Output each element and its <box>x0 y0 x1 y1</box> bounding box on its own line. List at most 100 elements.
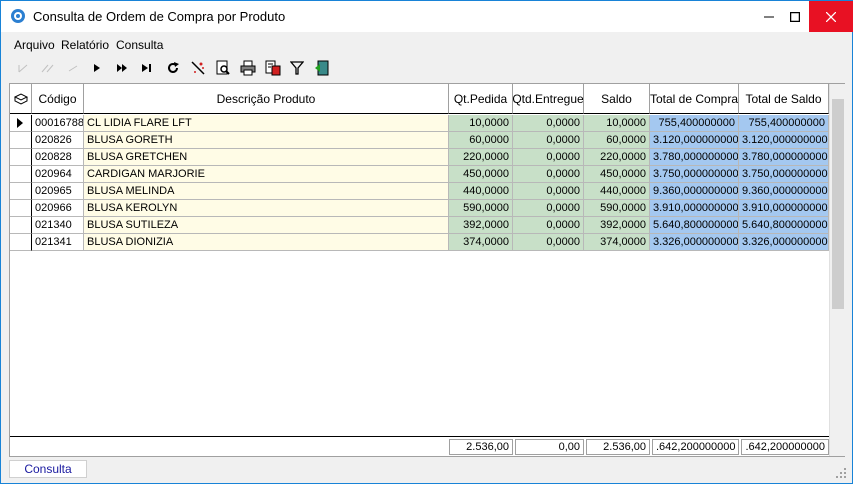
cell-descricao[interactable]: CARDIGAN MARJORIE <box>84 166 449 183</box>
col-header-saldo[interactable]: Saldo <box>584 84 650 114</box>
row-indicator[interactable] <box>10 166 32 183</box>
cell-qtd-entregue[interactable]: 0,0000 <box>513 183 584 200</box>
prior-record-button[interactable] <box>63 58 83 78</box>
cell-qtd-entregue[interactable]: 0,0000 <box>513 149 584 166</box>
table-row[interactable]: 020966 BLUSA KEROLYN 590,0000 0,0000 590,000… <box>10 200 829 217</box>
cell-qtd-entregue[interactable]: 0,0000 <box>513 115 584 132</box>
cell-saldo[interactable]: 374,0000 <box>584 234 650 251</box>
exit-button[interactable] <box>312 58 332 78</box>
menu-relatorio[interactable]: Relatório <box>61 38 109 52</box>
table-row[interactable]: 020828 BLUSA GRETCHEN 220,0000 0,0000 220,00… <box>10 149 829 166</box>
cell-descricao[interactable]: BLUSA DIONIZIA <box>84 234 449 251</box>
cell-qtd-entregue[interactable]: 0,0000 <box>513 132 584 149</box>
vertical-scrollbar[interactable] <box>829 84 845 456</box>
row-indicator[interactable] <box>10 149 32 166</box>
cell-codigo[interactable]: 020965 <box>32 183 84 200</box>
cell-qtd-entregue[interactable]: 0,0000 <box>513 166 584 183</box>
table-row[interactable]: 020826 BLUSA GORETH 60,0000 0,0000 60,0000 3.… <box>10 132 829 149</box>
cell-total-saldo[interactable]: 9.360,000000000 <box>739 183 829 200</box>
preview-button[interactable] <box>213 58 233 78</box>
row-indicator[interactable] <box>10 132 32 149</box>
row-indicator[interactable] <box>10 183 32 200</box>
cell-saldo[interactable]: 220,0000 <box>584 149 650 166</box>
cell-codigo[interactable]: 020966 <box>32 200 84 217</box>
cell-total-compra[interactable]: 9.360,000000000 <box>650 183 739 200</box>
table-row[interactable]: 020965 BLUSA MELINDA 440,0000 0,0000 440,000… <box>10 183 829 200</box>
cell-descricao[interactable]: BLUSA SUTILEZA <box>84 217 449 234</box>
row-indicator[interactable] <box>10 217 32 234</box>
cell-total-compra[interactable]: 3.780,000000000 <box>650 149 739 166</box>
resize-grip-icon[interactable] <box>836 468 846 478</box>
cell-total-saldo[interactable]: 3.750,000000000 <box>739 166 829 183</box>
last-record-button[interactable] <box>137 58 157 78</box>
cell-total-saldo[interactable]: 3.326,000000000 <box>739 234 829 251</box>
row-indicator[interactable] <box>10 200 32 217</box>
cell-total-compra[interactable]: 5.640,800000000 <box>650 217 739 234</box>
cell-codigo[interactable]: 021341 <box>32 234 84 251</box>
cell-codigo[interactable]: 020964 <box>32 166 84 183</box>
refresh-button[interactable] <box>163 58 183 78</box>
next-record-button[interactable] <box>87 58 107 78</box>
cell-saldo[interactable]: 10,0000 <box>584 115 650 132</box>
cell-saldo[interactable]: 440,0000 <box>584 183 650 200</box>
maximize-button[interactable] <box>778 1 812 32</box>
cell-codigo[interactable]: 00016788 <box>32 115 84 132</box>
cell-total-saldo[interactable]: 5.640,800000000 <box>739 217 829 234</box>
status-tab-consulta[interactable]: Consulta <box>9 460 87 478</box>
clear-button[interactable] <box>188 58 208 78</box>
cell-qtd-entregue[interactable]: 0,0000 <box>513 200 584 217</box>
cell-qt-pedida[interactable]: 450,0000 <box>449 166 513 183</box>
cell-qtd-entregue[interactable]: 0,0000 <box>513 234 584 251</box>
table-row[interactable]: 00016788 CL LIDIA FLARE LFT 10,0000 0,0000 1… <box>10 115 829 132</box>
close-button[interactable] <box>809 1 853 32</box>
cell-descricao[interactable]: BLUSA KEROLYN <box>84 200 449 217</box>
cell-total-compra[interactable]: 3.120,000000000 <box>650 132 739 149</box>
table-row[interactable]: 021340 BLUSA SUTILEZA 392,0000 0,0000 392,00… <box>10 217 829 234</box>
cell-saldo[interactable]: 60,0000 <box>584 132 650 149</box>
cell-qt-pedida[interactable]: 590,0000 <box>449 200 513 217</box>
cell-descricao[interactable]: BLUSA GORETH <box>84 132 449 149</box>
table-row[interactable]: 021341 BLUSA DIONIZIA 374,0000 0,0000 374,00… <box>10 234 829 251</box>
cell-codigo[interactable]: 020828 <box>32 149 84 166</box>
col-header-qtd-entregue[interactable]: Qtd.Entregue <box>513 84 584 114</box>
cell-total-saldo[interactable]: 755,400000000 <box>739 115 829 132</box>
col-header-descricao[interactable]: Descrição Produto <box>84 84 449 114</box>
cell-saldo[interactable]: 392,0000 <box>584 217 650 234</box>
export-button[interactable] <box>263 58 283 78</box>
cell-total-compra[interactable]: 3.750,000000000 <box>650 166 739 183</box>
first-record-button[interactable] <box>13 58 33 78</box>
cell-total-compra[interactable]: 755,400000000 <box>650 115 739 132</box>
menu-arquivo[interactable]: Arquivo <box>14 38 55 52</box>
row-indicator[interactable] <box>10 234 32 251</box>
cell-descricao[interactable]: BLUSA MELINDA <box>84 183 449 200</box>
cell-codigo[interactable]: 021340 <box>32 217 84 234</box>
cell-total-compra[interactable]: 3.910,000000000 <box>650 200 739 217</box>
cell-total-saldo[interactable]: 3.780,000000000 <box>739 149 829 166</box>
cell-descricao[interactable]: BLUSA GRETCHEN <box>84 149 449 166</box>
cell-saldo[interactable]: 590,0000 <box>584 200 650 217</box>
col-header-codigo[interactable]: Código <box>32 84 84 114</box>
cell-qt-pedida[interactable]: 374,0000 <box>449 234 513 251</box>
cell-qt-pedida[interactable]: 440,0000 <box>449 183 513 200</box>
col-header-total-saldo[interactable]: Total de Saldo <box>739 84 829 114</box>
cell-qt-pedida[interactable]: 10,0000 <box>449 115 513 132</box>
cell-qt-pedida[interactable]: 60,0000 <box>449 132 513 149</box>
cell-descricao[interactable]: CL LIDIA FLARE LFT <box>84 115 449 132</box>
prior-page-button[interactable] <box>38 58 58 78</box>
row-indicator[interactable] <box>10 115 32 132</box>
cell-total-saldo[interactable]: 3.910,000000000 <box>739 200 829 217</box>
scrollbar-thumb[interactable] <box>832 99 844 309</box>
filter-button[interactable] <box>287 58 307 78</box>
cell-qtd-entregue[interactable]: 0,0000 <box>513 217 584 234</box>
table-row[interactable]: 020964 CARDIGAN MARJORIE 450,0000 0,0000 450… <box>10 166 829 183</box>
menu-consulta[interactable]: Consulta <box>116 38 163 52</box>
print-button[interactable] <box>238 58 258 78</box>
col-header-qt-pedida[interactable]: Qt.Pedida <box>449 84 513 114</box>
cell-qt-pedida[interactable]: 220,0000 <box>449 149 513 166</box>
cell-saldo[interactable]: 450,0000 <box>584 166 650 183</box>
cell-total-compra[interactable]: 3.326,000000000 <box>650 234 739 251</box>
cell-qt-pedida[interactable]: 392,0000 <box>449 217 513 234</box>
cell-total-saldo[interactable]: 3.120,000000000 <box>739 132 829 149</box>
next-page-button[interactable] <box>112 58 132 78</box>
cell-codigo[interactable]: 020826 <box>32 132 84 149</box>
